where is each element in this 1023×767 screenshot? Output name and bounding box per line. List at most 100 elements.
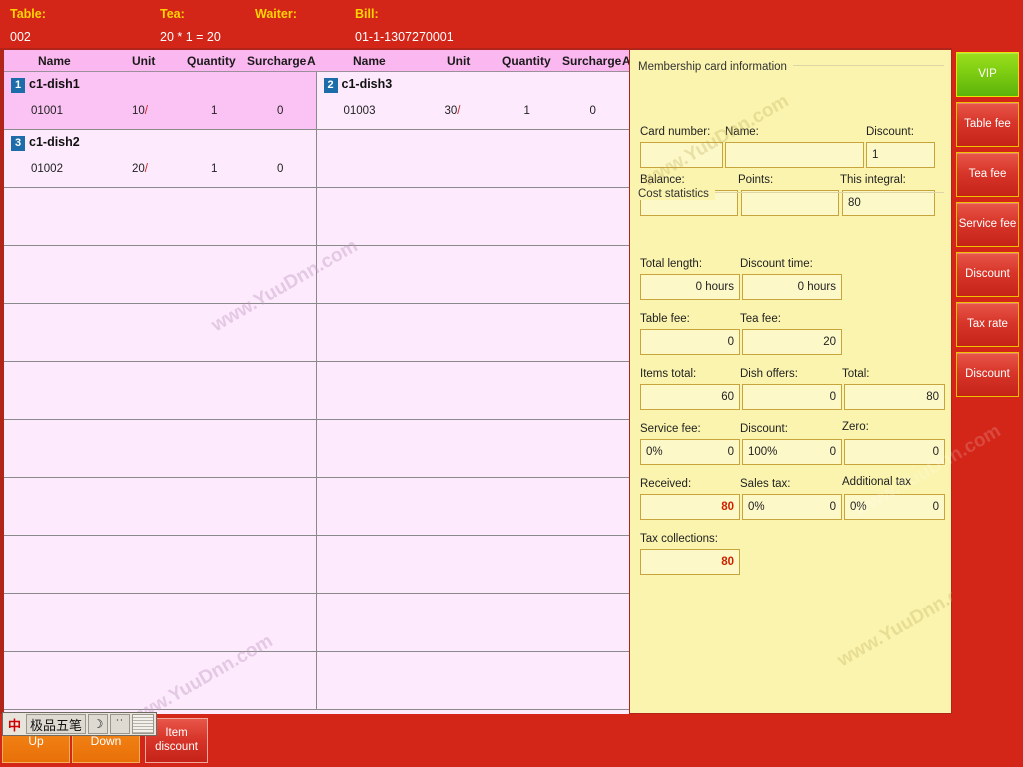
empty-cell[interactable]: [317, 246, 630, 303]
total-value: 80: [926, 391, 939, 403]
table-row[interactable]: 3 c1-dish2 01002 20/1 0: [4, 130, 629, 188]
cost-discount-input[interactable]: 100% 0: [742, 439, 842, 465]
received-input[interactable]: 80: [640, 494, 740, 520]
table-fee-input[interactable]: 0: [640, 329, 740, 355]
service-fee-input[interactable]: 0% 0: [640, 439, 740, 465]
items-total-input[interactable]: 60: [640, 384, 740, 410]
side-button-table-fee-1[interactable]: Table fee: [956, 102, 1019, 147]
ime-moon-icon[interactable]: ☽: [88, 714, 109, 734]
side-button-discount-4[interactable]: Discount: [956, 252, 1019, 297]
empty-cell[interactable]: [317, 188, 630, 245]
header-value-table: 002: [10, 30, 31, 44]
empty-cell[interactable]: [4, 594, 317, 651]
order-item-cell[interactable]: 1 c1-dish1 01001 10/1 0: [4, 72, 317, 129]
ime-chinese-mode-icon[interactable]: 中: [5, 714, 24, 734]
total-length-input[interactable]: 0 hours: [640, 274, 740, 300]
order-item-cell[interactable]: 3 c1-dish2 01002 20/1 0: [4, 130, 317, 187]
ime-punctuation-icon[interactable]: ˙˙: [110, 714, 131, 734]
items-total-value: 60: [721, 391, 734, 403]
dish-offers-value: 0: [829, 391, 836, 403]
cost-discount-rate: 100%: [748, 446, 778, 458]
received-label: Received:: [640, 478, 692, 490]
table-row[interactable]: [4, 188, 629, 246]
column-header-surcharge-left[interactable]: Surcharge: [247, 54, 306, 68]
table-row[interactable]: [4, 304, 629, 362]
empty-cell[interactable]: [317, 304, 630, 361]
table-row[interactable]: [4, 362, 629, 420]
empty-cell[interactable]: [4, 536, 317, 593]
side-button-vip-0[interactable]: VIP: [956, 52, 1019, 97]
header-label-bill: Bill:: [355, 7, 379, 21]
side-button-service-fee-3[interactable]: Service fee: [956, 202, 1019, 247]
column-header-quantity-right[interactable]: Quantity: [502, 54, 551, 68]
empty-cell[interactable]: [317, 536, 630, 593]
column-header-quantity-left[interactable]: Quantity: [187, 54, 236, 68]
empty-cell[interactable]: [317, 652, 630, 709]
table-fee-value: 0: [727, 336, 734, 348]
member-discount-input[interactable]: 1: [866, 142, 935, 168]
item-sequence-badge: 1: [11, 78, 25, 93]
cost-statistics-group: Cost statistics: [638, 184, 944, 202]
table-row[interactable]: [4, 420, 629, 478]
table-row[interactable]: [4, 652, 629, 710]
item-quantity: 1: [211, 105, 218, 117]
table-row[interactable]: [4, 536, 629, 594]
table-row[interactable]: [4, 246, 629, 304]
additional-tax-input[interactable]: 0% 0: [844, 494, 945, 520]
empty-cell[interactable]: [4, 420, 317, 477]
tax-collections-label: Tax collections:: [640, 533, 718, 545]
column-header-unit-left[interactable]: Unit: [132, 54, 155, 68]
empty-cell[interactable]: [4, 188, 317, 245]
side-button-discount-6[interactable]: Discount: [956, 352, 1019, 397]
side-button-tax-rate-5[interactable]: Tax rate: [956, 302, 1019, 347]
cost-discount-label: Discount:: [740, 423, 788, 435]
item-unit-price: 30/: [444, 105, 461, 117]
table-row[interactable]: [4, 594, 629, 652]
empty-cell[interactable]: [317, 362, 630, 419]
empty-cell[interactable]: [4, 246, 317, 303]
ime-soft-keyboard-icon[interactable]: [132, 714, 155, 734]
card-number-input[interactable]: [640, 142, 723, 168]
tea-fee-value: 20: [823, 336, 836, 348]
empty-cell[interactable]: [317, 478, 630, 535]
item-unit-price: 10/: [132, 105, 148, 117]
header-field-bill: Bill: 01-1-1307270001: [355, 7, 454, 44]
discount-time-label: Discount time:: [740, 258, 813, 270]
ime-toolbar[interactable]: 中 极品五笔 ☽ ˙˙: [2, 712, 158, 736]
additional-tax-label: Additional tax: [842, 476, 912, 488]
table-row[interactable]: [4, 478, 629, 536]
tax-collections-input[interactable]: 80: [640, 549, 740, 575]
column-header-unit-right[interactable]: Unit: [447, 54, 470, 68]
empty-cell[interactable]: [4, 304, 317, 361]
dish-offers-input[interactable]: 0: [742, 384, 842, 410]
empty-cell[interactable]: [317, 130, 630, 187]
side-button-tea-fee-2[interactable]: Tea fee: [956, 152, 1019, 197]
cost-statistics-group-title: Cost statistics: [638, 188, 715, 200]
discount-time-input[interactable]: 0 hours: [742, 274, 842, 300]
ime-method-name[interactable]: 极品五笔: [26, 714, 87, 734]
empty-cell[interactable]: [4, 478, 317, 535]
order-item-cell[interactable]: 2 c1-dish3 01003 30/1 0: [316, 72, 629, 129]
empty-cell[interactable]: [317, 594, 630, 651]
total-input[interactable]: 80: [844, 384, 945, 410]
member-name-input[interactable]: [725, 142, 864, 168]
empty-cell[interactable]: [317, 420, 630, 477]
column-header-name-left[interactable]: Name: [38, 54, 71, 68]
order-items-table[interactable]: Name Unit Quantity Surcharge A Name Unit…: [0, 48, 631, 731]
sales-tax-input[interactable]: 0% 0: [742, 494, 842, 520]
item-name: c1-dish3: [341, 77, 393, 91]
zero-input[interactable]: 0: [844, 439, 945, 465]
table-row[interactable]: 1 c1-dish1 01001 10/1 0 2 c1-dish3 01003 30/1 0: [4, 72, 629, 130]
items-total-label: Items total:: [640, 368, 697, 380]
empty-cell[interactable]: [4, 362, 317, 419]
dish-offers-label: Dish offers:: [740, 368, 798, 380]
tea-fee-input[interactable]: 20: [742, 329, 842, 355]
column-header-surcharge-right[interactable]: Surcharge: [562, 54, 621, 68]
header-value-tea: 20 * 1 = 20: [160, 30, 221, 44]
column-header-name-right[interactable]: Name: [353, 54, 386, 68]
item-quantity: 1: [211, 163, 218, 175]
item-code: 01003: [343, 105, 376, 117]
item-surcharge: 0: [277, 105, 284, 117]
column-header-a-left[interactable]: A: [307, 54, 316, 68]
empty-cell[interactable]: [4, 652, 317, 709]
